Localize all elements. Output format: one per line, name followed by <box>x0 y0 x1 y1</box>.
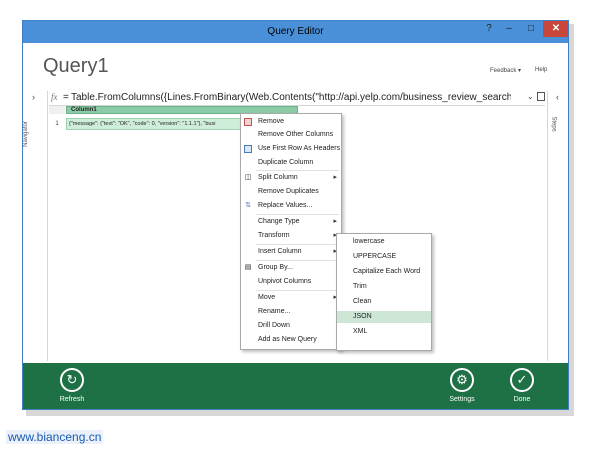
group-icon: ▤ <box>244 264 252 271</box>
refresh-button[interactable]: ↻ Refresh <box>57 368 87 403</box>
query-editor-window: Query Editor ? – □ ✕ Query1 Feedback ▾ H… <box>22 20 569 410</box>
settings-button[interactable]: ⚙ Settings <box>445 368 479 403</box>
fx-icon: fx <box>51 92 58 102</box>
submenu-item-clean[interactable]: Clean <box>337 296 431 308</box>
headers-icon <box>244 145 252 153</box>
menu-item-remove-duplicates[interactable]: Remove Duplicates <box>241 186 341 198</box>
menu-item-change-type[interactable]: Change Type ▸ <box>241 216 341 228</box>
formula-input[interactable]: Table.FromColumns({Lines.FromBinary(Web.… <box>71 92 511 103</box>
menu-item-duplicate-column[interactable]: Duplicate Column <box>241 157 341 169</box>
submenu-item-uppercase[interactable]: UPPERCASE <box>337 251 431 263</box>
navigator-pane[interactable]: › Navigator <box>22 91 48 361</box>
watermark: www.bianceng.cn <box>6 430 104 444</box>
steps-label: Steps <box>550 116 557 132</box>
row-number: 1 <box>55 121 59 127</box>
menu-item-remove-other-columns[interactable]: Remove Other Columns <box>241 129 341 141</box>
menu-item-remove[interactable]: Remove <box>241 116 341 128</box>
submenu-item-json[interactable]: JSON <box>337 311 431 323</box>
submenu-item-xml[interactable]: XML <box>337 326 431 338</box>
minimize-button[interactable]: – <box>499 21 519 37</box>
column-header-label: Column1 <box>71 107 97 113</box>
menu-separator <box>256 170 339 171</box>
feedback-button[interactable]: Feedback ▾ <box>490 67 521 74</box>
close-button[interactable]: ✕ <box>543 21 568 37</box>
menu-item-insert-column[interactable]: Insert Column ▸ <box>241 246 341 258</box>
chevron-right-icon[interactable]: › <box>32 92 35 102</box>
column-context-menu: Remove Remove Other Columns Use First Ro… <box>240 113 342 350</box>
help-link[interactable]: Help <box>535 67 547 73</box>
chevron-down-icon[interactable]: ⌄ <box>527 92 534 101</box>
menu-item-transform[interactable]: Transform ▸ <box>241 230 341 242</box>
menu-separator <box>256 214 339 215</box>
query-name[interactable]: Query1 <box>43 55 109 78</box>
steps-pane[interactable]: ‹ Steps <box>547 91 568 361</box>
remove-column-icon <box>244 118 252 126</box>
done-button[interactable]: ✓ Done <box>507 368 537 403</box>
menu-item-rename[interactable]: Rename... <box>241 306 341 318</box>
formula-bar[interactable]: fx = Table.FromColumns({Lines.FromBinary… <box>49 91 545 106</box>
menu-separator <box>256 260 339 261</box>
submenu-item-capitalize-each-word[interactable]: Capitalize Each Word <box>337 266 431 278</box>
menu-item-use-first-row-as-headers[interactable]: Use First Row As Headers <box>241 143 341 155</box>
refresh-icon: ↻ <box>60 368 84 392</box>
checkmark-icon: ✓ <box>510 368 534 392</box>
navigator-label: Navigator <box>22 121 29 147</box>
submenu-item-lowercase[interactable]: lowercase <box>337 236 431 248</box>
menu-item-unpivot-columns[interactable]: Unpivot Columns <box>241 276 341 288</box>
menu-item-move[interactable]: Move ▸ <box>241 292 341 304</box>
submenu-item-trim[interactable]: Trim <box>337 281 431 293</box>
menu-separator <box>256 290 339 291</box>
maximize-button[interactable]: □ <box>521 21 541 37</box>
footer-bar: ↻ Refresh ⚙ Settings ✓ Done <box>23 363 568 409</box>
gear-icon: ⚙ <box>450 368 474 392</box>
replace-icon: ⇅ <box>245 202 251 209</box>
formula-equals: = <box>63 92 69 103</box>
menu-separator <box>256 244 339 245</box>
split-icon: ◫ <box>244 174 252 181</box>
help-icon[interactable]: ? <box>481 21 497 37</box>
menu-item-group-by[interactable]: ▤ Group By... <box>241 262 341 274</box>
menu-item-split-column[interactable]: ◫ Split Column ▸ <box>241 172 341 184</box>
chevron-right-icon: ▸ <box>333 174 337 181</box>
title-bar: Query Editor ? – □ ✕ <box>23 21 568 43</box>
menu-item-replace-values[interactable]: ⇅ Replace Values... <box>241 200 341 212</box>
edit-formula-icon[interactable] <box>537 92 545 101</box>
table-corner-icon[interactable] <box>49 106 65 114</box>
chevron-right-icon: ▸ <box>333 218 337 225</box>
menu-item-drill-down[interactable]: Drill Down <box>241 320 341 332</box>
menu-item-add-as-new-query[interactable]: Add as New Query <box>241 334 341 346</box>
chevron-left-icon[interactable]: ‹ <box>556 92 559 102</box>
transform-submenu: lowercase UPPERCASE Capitalize Each Word… <box>336 233 432 351</box>
